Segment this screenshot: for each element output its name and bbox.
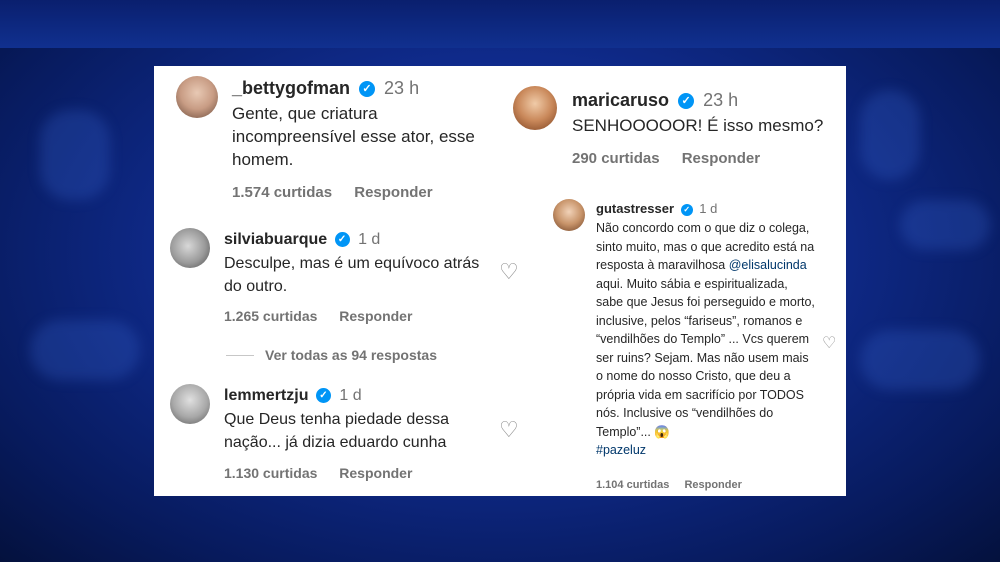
background-blob	[860, 330, 980, 390]
background-blob	[860, 90, 920, 180]
verified-icon: ✓	[680, 203, 693, 216]
comment-text: Desculpe, mas é um equívoco atrás do out…	[224, 255, 480, 295]
heart-icon[interactable]: ♡	[822, 333, 836, 353]
top-band	[0, 0, 1000, 48]
comment-time: 23 h	[703, 90, 739, 110]
avatar[interactable]	[170, 384, 210, 424]
comment-text: Que Deus tenha piedade dessa nação... já…	[224, 411, 450, 451]
avatar[interactable]	[553, 199, 585, 231]
reply-button[interactable]: Responder	[682, 150, 760, 167]
comment-time: 23 h	[384, 78, 420, 98]
username[interactable]: _bettygofman	[232, 78, 350, 98]
comment-time: 1 d	[358, 231, 381, 248]
comment-text: SENHOOOOOR! É isso mesmo?	[572, 116, 824, 135]
verified-icon: ✓	[334, 232, 350, 248]
avatar[interactable]	[176, 76, 218, 118]
username[interactable]: gutastresser	[596, 201, 674, 216]
comment-text: Gente, que criatura incompreensível esse…	[232, 104, 475, 169]
hashtag-link[interactable]: #pazeluz	[596, 443, 646, 457]
verified-icon: ✓	[678, 93, 695, 110]
likes-count[interactable]: 1.265 curtidas	[224, 308, 317, 324]
verified-icon: ✓	[359, 81, 376, 98]
avatar[interactable]	[513, 86, 557, 130]
username[interactable]: silviabuarque	[224, 231, 327, 248]
heart-icon[interactable]: ♡	[499, 417, 519, 443]
scream-emoji-icon: 😱	[654, 424, 670, 439]
comment-text: Não concordo com o que diz o colega, sin…	[596, 219, 818, 460]
likes-count[interactable]: 1.130 curtidas	[224, 465, 317, 481]
username[interactable]: maricaruso	[572, 90, 669, 110]
avatar[interactable]	[170, 228, 210, 268]
likes-count[interactable]: 290 curtidas	[572, 150, 660, 167]
mention-link[interactable]: @elisalucinda	[729, 258, 807, 272]
background-blob	[40, 110, 110, 200]
replies-divider	[226, 355, 254, 356]
comment-text-part: aqui. Muito sábia e espiritualizada, sab…	[596, 276, 815, 439]
verified-icon: ✓	[315, 388, 331, 404]
comment-time: 1 d	[699, 201, 718, 216]
background-blob	[900, 200, 990, 250]
likes-count[interactable]: 1.104 curtidas	[596, 479, 669, 491]
comment-time: 1 d	[339, 387, 362, 404]
reply-button[interactable]: Responder	[684, 479, 741, 491]
heart-icon[interactable]: ♡	[499, 259, 519, 285]
reply-button[interactable]: Responder	[339, 308, 412, 324]
username[interactable]: lemmertzju	[224, 387, 308, 404]
reply-button[interactable]: Responder	[354, 184, 432, 201]
likes-count[interactable]: 1.574 curtidas	[232, 184, 332, 201]
view-replies-link[interactable]: Ver todas as 94 respostas	[265, 347, 437, 363]
background-blob	[30, 320, 140, 380]
comments-card: _bettygofman ✓ 23 h Gente, que criatura …	[154, 66, 846, 496]
reply-button[interactable]: Responder	[339, 465, 412, 481]
